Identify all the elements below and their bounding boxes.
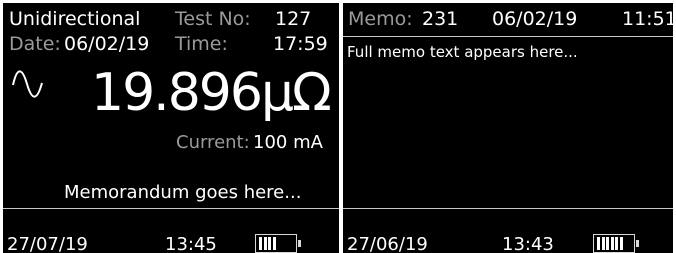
- battery-segment: [619, 237, 623, 250]
- battery-segment: [597, 237, 600, 250]
- current-label: Current:: [176, 132, 250, 153]
- battery-icon: [255, 234, 301, 253]
- battery-segment: [615, 237, 618, 250]
- header-divider: [343, 36, 673, 37]
- time-value: 17:59: [273, 33, 328, 55]
- footer-divider: [3, 208, 339, 209]
- test-no-label: Test No:: [175, 8, 251, 30]
- time-label: Time:: [175, 33, 228, 55]
- battery-segment: [272, 237, 276, 250]
- battery-segment: [259, 237, 262, 250]
- date-label: Date:: [9, 33, 61, 55]
- memo-preview: Memorandum goes here...: [64, 182, 302, 203]
- footer-time: 13:43: [502, 234, 554, 253]
- battery-icon: [593, 234, 639, 253]
- footer-date: 27/06/19: [347, 234, 428, 253]
- battery-segment: [610, 237, 614, 250]
- battery-segment: [601, 237, 605, 250]
- measurement-screen: Unidirectional Test No: 127 Date: 06/02/…: [3, 3, 339, 253]
- mode-label: Unidirectional: [9, 8, 141, 30]
- current-value: 100 mA: [253, 132, 323, 153]
- test-no-value: 127: [275, 8, 312, 30]
- memo-label: Memo:: [348, 8, 413, 30]
- battery-segment: [268, 237, 271, 250]
- resistance-reading: 19.896µΩ: [91, 63, 332, 123]
- memo-date: 06/02/19: [492, 8, 578, 30]
- memo-number: 231: [422, 8, 459, 30]
- footer-divider: [343, 208, 673, 209]
- date-value: 06/02/19: [64, 33, 150, 55]
- footer-date: 27/07/19: [7, 234, 88, 253]
- battery-segment: [606, 237, 609, 250]
- memo-time: 11:51: [622, 8, 673, 30]
- memo-screen: Memo: 231 06/02/19 11:51 Full memo text …: [343, 3, 673, 253]
- sine-wave-icon: [12, 70, 43, 98]
- memo-text: Full memo text appears here...: [347, 43, 578, 61]
- battery-segment: [263, 237, 267, 250]
- footer-time: 13:45: [165, 234, 217, 253]
